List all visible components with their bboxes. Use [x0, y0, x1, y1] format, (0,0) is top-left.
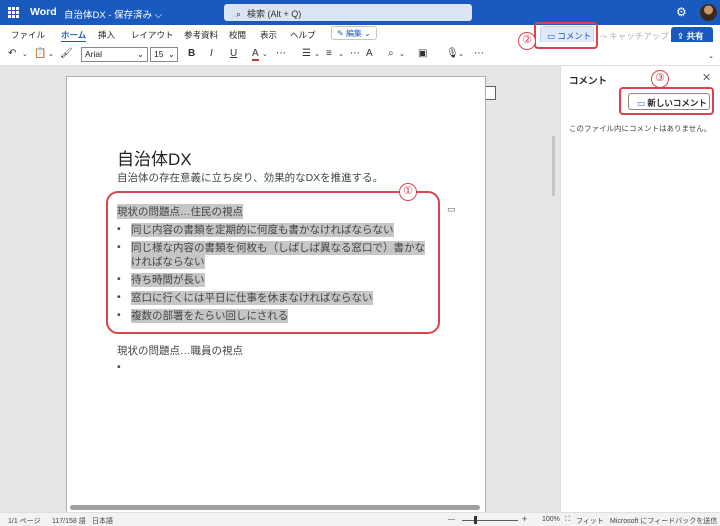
annotation-number-2: ② — [518, 32, 536, 50]
page-corner-marker — [486, 86, 496, 100]
zoom-level[interactable]: 100% — [542, 516, 560, 523]
avatar[interactable] — [700, 4, 717, 21]
dictate-dropdown-icon[interactable]: ⌄ — [458, 50, 464, 58]
tab-file[interactable]: ファイル — [11, 29, 45, 41]
zoom-out-button[interactable]: — — [448, 516, 455, 523]
styles-icon[interactable]: A — [366, 48, 373, 59]
language[interactable]: 日本語 — [92, 516, 113, 526]
font-name-value: Arial — [85, 49, 103, 59]
format-painter-icon[interactable]: 🖌 — [60, 48, 73, 59]
zoom-in-button[interactable]: + — [522, 514, 527, 524]
ribbon-expand-icon[interactable]: ⌄ — [708, 52, 714, 60]
annotation-number-1: ① — [399, 183, 417, 201]
horizontal-scrollbar[interactable] — [70, 505, 480, 510]
align-dropdown-icon[interactable]: ⌄ — [338, 50, 344, 58]
share-label: 共有 — [686, 31, 704, 41]
undo-dropdown-icon[interactable]: ⌄ — [22, 50, 28, 58]
font-size-value: 15 — [154, 49, 164, 59]
bullets-dropdown-icon[interactable]: ⌄ — [314, 50, 320, 58]
share-icon: ⇪ — [677, 31, 685, 41]
settings-gear-icon[interactable]: ⚙ — [676, 5, 687, 19]
page-count: 1/1 ページ — [8, 518, 41, 525]
document-subtitle[interactable]: 自治体の存在意義に立ち戻り、効果的なDXを推進する。 — [117, 170, 383, 185]
app-launcher-icon[interactable] — [8, 7, 19, 18]
underline-icon[interactable]: U — [230, 48, 237, 59]
font-color-dropdown-icon[interactable]: ⌄ — [262, 50, 268, 58]
paste-dropdown-icon[interactable]: ⌄ — [48, 50, 54, 58]
chevron-down-icon: ⌄ — [364, 29, 371, 38]
tab-insert[interactable]: 挿入 — [98, 29, 115, 41]
document-title[interactable]: 自治体DX - 保存済み ⌵ — [64, 7, 162, 21]
bullets-icon[interactable]: ☰ — [302, 48, 311, 59]
search-icon: ⌕ — [236, 9, 242, 19]
annotation-rect-2 — [534, 22, 598, 49]
bold-icon[interactable]: B — [188, 48, 195, 59]
zoom-slider-thumb[interactable] — [474, 516, 477, 524]
document-heading[interactable]: 自治体DX — [117, 145, 192, 170]
chevron-down-icon: ⌄ — [136, 49, 144, 59]
fit-button[interactable]: フィット — [576, 516, 604, 526]
comments-panel-title: コメント — [569, 76, 608, 87]
tab-layout[interactable]: レイアウト — [131, 29, 174, 41]
ribbon-toolbar: ↶ ⌄ 📋 ⌄ 🖌 Arial ⌄ 15 ⌄ B I U A ⌄ ⋯ ☰ ⌄ ≡ ⌄… — [0, 42, 720, 66]
catchup-button[interactable]: ⤳ キャッチアップ — [600, 30, 669, 42]
tab-view[interactable]: 表示 — [260, 29, 277, 41]
tab-help[interactable]: ヘルプ — [290, 29, 316, 41]
vertical-scrollbar[interactable] — [552, 136, 555, 196]
zoom-slider[interactable] — [462, 520, 518, 521]
app-name[interactable]: Word — [30, 6, 57, 18]
undo-icon[interactable]: ↶ — [8, 48, 16, 59]
fit-icon[interactable]: ⛶ — [565, 516, 570, 524]
word-count[interactable]: 117/158 語 — [52, 516, 86, 526]
dictate-microphone-icon[interactable]: 🎙 — [446, 48, 459, 59]
bullet-marker: • — [117, 361, 121, 373]
catchup-icon: ⤳ — [600, 31, 607, 41]
font-size-select[interactable]: 15 ⌄ — [150, 47, 178, 62]
search-box[interactable]: ⌕ 検索 (Alt + Q) — [224, 4, 472, 21]
annotation-number-3: ③ — [651, 70, 669, 88]
paste-icon[interactable]: 📋 — [34, 48, 46, 59]
annotation-rect-3 — [619, 87, 714, 115]
section2-heading[interactable]: 現状の問題点…職員の視点 — [117, 343, 243, 358]
edit-mode-button[interactable]: ✎ 編集 ⌄ — [331, 26, 377, 40]
find-icon[interactable]: ⌕ — [388, 48, 394, 59]
picture-icon[interactable]: ▣ — [418, 48, 427, 59]
tab-references[interactable]: 参考資料 — [184, 29, 218, 41]
catchup-label: キャッチアップ — [609, 31, 669, 41]
italic-icon[interactable]: I — [210, 48, 213, 59]
pencil-icon: ✎ — [337, 29, 344, 38]
feedback-link[interactable]: Microsoft にフィードバックを送信 — [610, 516, 717, 526]
comment-indicator-icon[interactable]: ▭ — [447, 204, 456, 215]
search-placeholder: 検索 (Alt + Q) — [247, 9, 302, 19]
font-color-icon[interactable]: A — [252, 48, 259, 61]
edit-mode-label: 編集 — [345, 29, 362, 38]
tab-review[interactable]: 校閲 — [229, 29, 246, 41]
title-bar: Word 自治体DX - 保存済み ⌵ ⌕ 検索 (Alt + Q) ⚙ — [0, 0, 720, 25]
tab-home[interactable]: ホーム — [61, 29, 87, 43]
more-font-options-icon[interactable]: ⋯ — [276, 48, 286, 59]
more-paragraph-options-icon[interactable]: ⋯ — [350, 48, 360, 59]
align-icon[interactable]: ≡ — [326, 48, 332, 59]
font-name-select[interactable]: Arial ⌄ — [81, 47, 148, 62]
annotation-oval-1 — [106, 191, 440, 334]
more-options-icon[interactable]: ⋯ — [474, 48, 484, 59]
chevron-down-icon: ⌄ — [167, 49, 175, 59]
status-bar: 1/1 ページ 117/158 語 日本語 — + 100% ⛶ フィット Mi… — [0, 512, 720, 526]
no-comments-message: このファイル内にコメントはありません。 — [569, 124, 712, 133]
comments-panel: コメント ✕ ▭ 新しいコメント このファイル内にコメントはありません。 — [560, 66, 720, 512]
close-icon[interactable]: ✕ — [702, 71, 711, 84]
find-dropdown-icon[interactable]: ⌄ — [399, 50, 405, 58]
